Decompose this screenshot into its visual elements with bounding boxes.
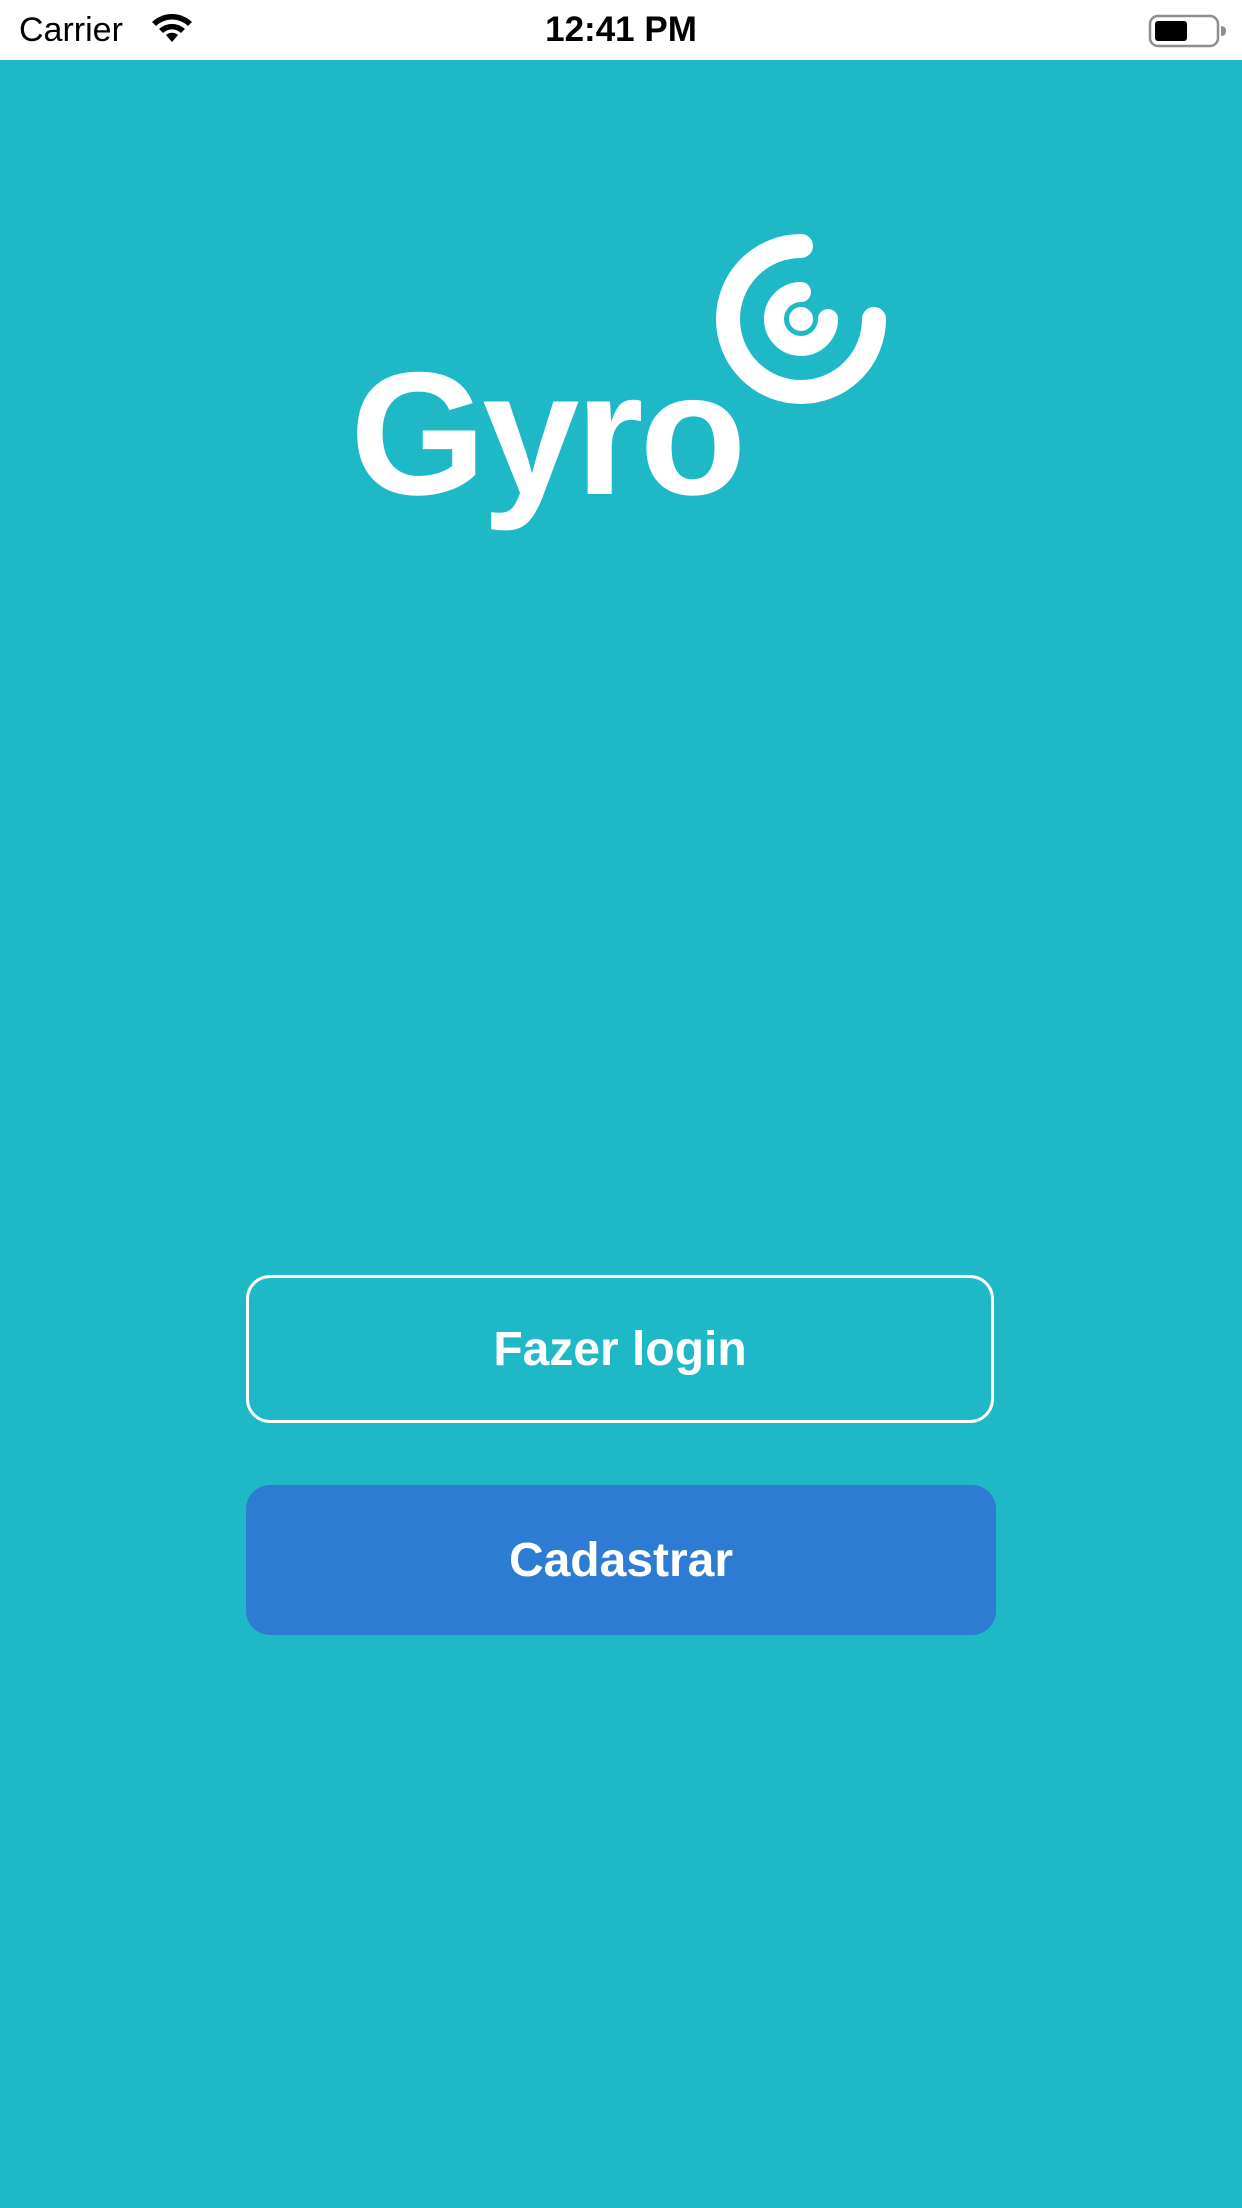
status-bar: Carrier 12:41 PM (0, 0, 1242, 60)
gyro-logo: Gyro (350, 230, 890, 540)
battery-icon (1148, 14, 1226, 48)
signup-button[interactable]: Cadastrar (246, 1485, 996, 1635)
welcome-screen: Gyro Fazer login Cadastrar (0, 60, 1242, 2208)
login-button[interactable]: Fazer login (246, 1275, 994, 1423)
logo-wordmark: Gyro (350, 337, 746, 532)
status-time: 12:41 PM (545, 10, 697, 49)
gyro-spiral-icon (716, 234, 886, 404)
